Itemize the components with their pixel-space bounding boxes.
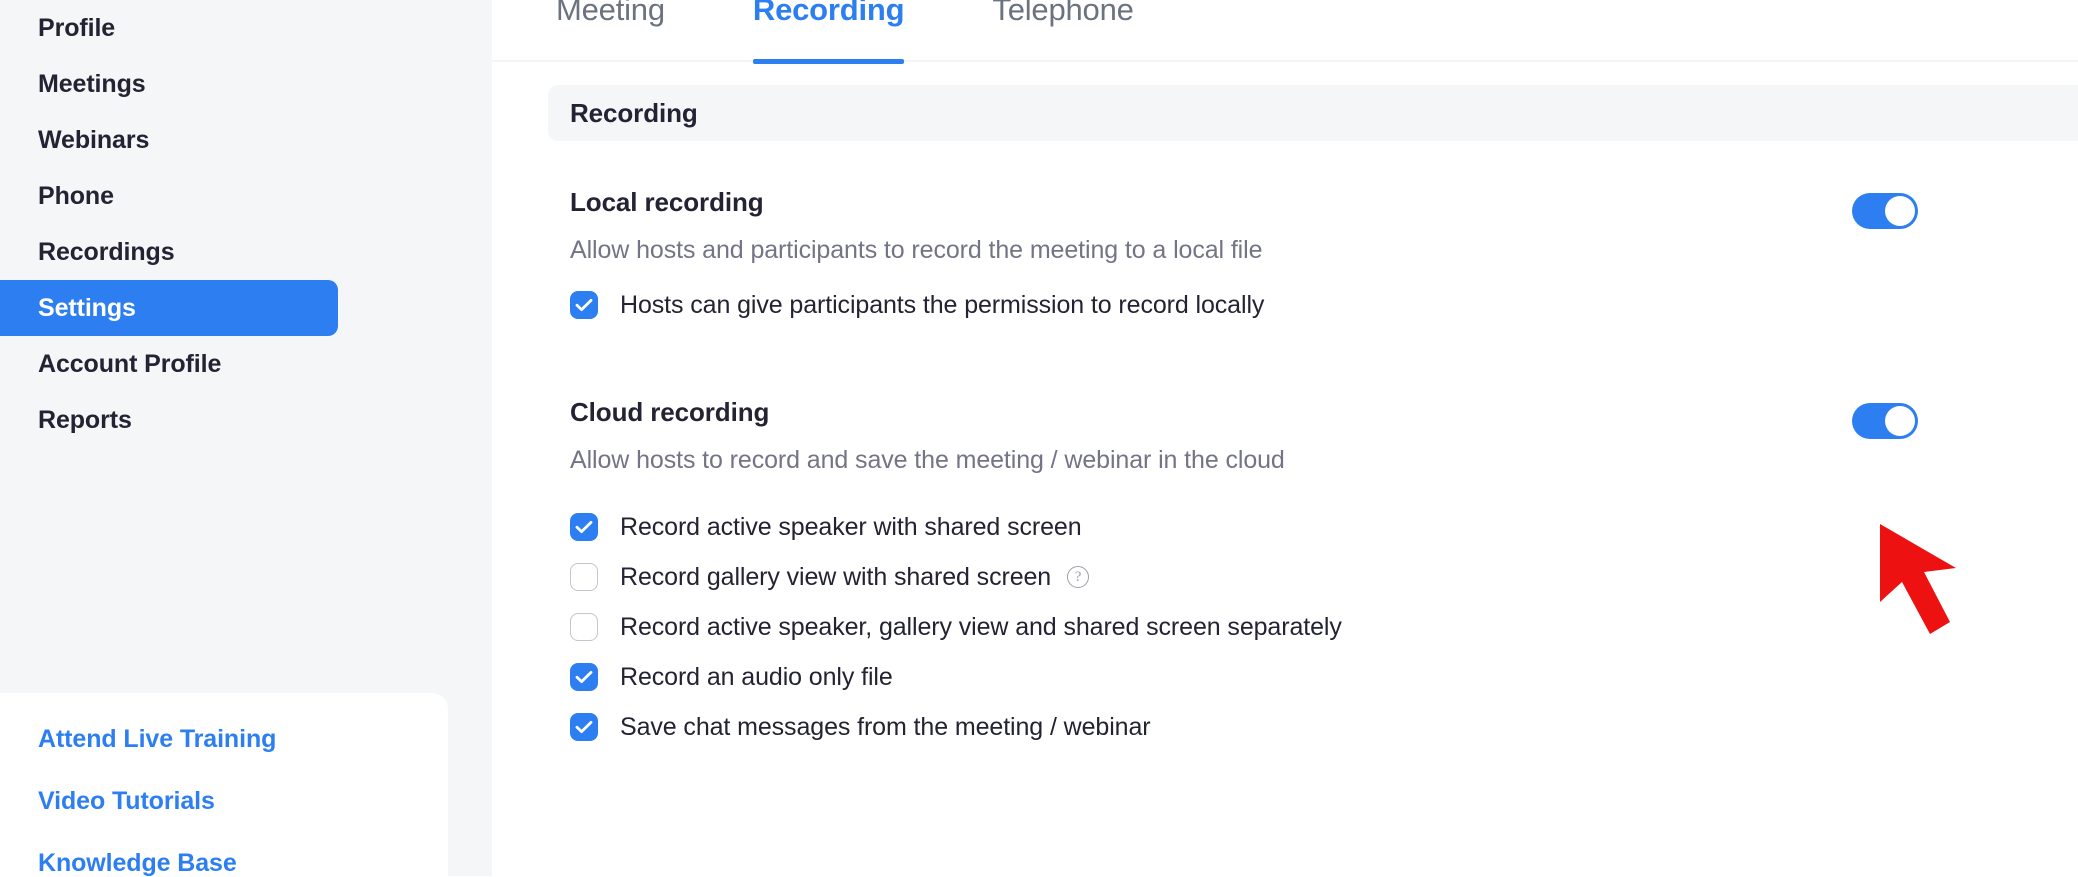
sidebar-item-label: Phone xyxy=(38,181,114,210)
local-recording-options: Hosts can give participants the permissi… xyxy=(570,289,2078,321)
sidebar-item-webinars[interactable]: Webinars xyxy=(0,112,492,168)
local-recording-toggle[interactable] xyxy=(1852,193,1918,229)
help-link-video-tutorials[interactable]: Video Tutorials xyxy=(0,789,448,814)
help-link-knowledge-base[interactable]: Knowledge Base xyxy=(0,851,448,876)
settings-tabs: Meeting Recording Telephone xyxy=(492,0,2078,64)
tab-label: Recording xyxy=(752,0,905,27)
checkbox-hosts-can-give-permission[interactable] xyxy=(570,291,598,319)
checkbox-record-active-speaker-with-shared-screen[interactable] xyxy=(570,513,598,541)
checkbox-row: Record gallery view with shared screen ? xyxy=(570,561,2078,593)
checkmark-icon xyxy=(575,521,593,533)
checkbox-label: Record gallery view with shared screen xyxy=(620,562,1052,591)
tab-recording[interactable]: Recording xyxy=(752,0,905,64)
setting-text-group: Cloud recording Allow hosts to record an… xyxy=(570,399,1285,473)
sidebar-help-card: Attend Live Training Video Tutorials Kno… xyxy=(0,693,448,876)
tab-telephone[interactable]: Telephone xyxy=(992,0,1133,62)
checkbox-row: Hosts can give participants the permissi… xyxy=(570,289,2078,321)
setting-title: Local recording xyxy=(570,187,764,217)
sidebar-nav: Profile Meetings Webinars Phone Recordin… xyxy=(0,0,492,448)
cloud-recording-options: Record active speaker with shared screen… xyxy=(570,511,2078,743)
checkbox-row: Record active speaker with shared screen xyxy=(570,511,2078,543)
sidebar-item-reports[interactable]: Reports xyxy=(0,392,492,448)
setting-description: Allow hosts and participants to record t… xyxy=(570,236,1263,264)
checkbox-record-audio-only-file[interactable] xyxy=(570,663,598,691)
toggle-knob xyxy=(1885,406,1915,436)
checkbox-label: Record an audio only file xyxy=(620,662,893,691)
setting-row: Local recording Allow hosts and particip… xyxy=(570,189,2078,263)
checkbox-row: Record active speaker, gallery view and … xyxy=(570,611,2078,643)
checkmark-icon xyxy=(575,721,593,733)
setting-title: Cloud recording xyxy=(570,397,770,427)
section-header-label: Recording xyxy=(570,98,698,128)
checkbox-record-separately[interactable] xyxy=(570,613,598,641)
sidebar-item-label: Webinars xyxy=(38,125,150,154)
sidebar-item-label: Account Profile xyxy=(38,349,222,378)
main-content: Meeting Recording Telephone Recording Lo… xyxy=(492,0,2078,876)
sidebar-item-label: Settings xyxy=(38,293,136,322)
tab-meeting[interactable]: Meeting xyxy=(556,0,665,62)
setting-row: Cloud recording Allow hosts to record an… xyxy=(570,399,2078,473)
checkbox-label: Record active speaker with shared screen xyxy=(620,512,1082,541)
sidebar-item-profile[interactable]: Profile xyxy=(0,0,492,56)
checkbox-row: Record an audio only file xyxy=(570,661,2078,693)
checkbox-record-gallery-view-with-shared-screen[interactable] xyxy=(570,563,598,591)
section-header-recording: Recording xyxy=(548,85,2078,141)
settings-content: Recording Local recording Allow hosts an… xyxy=(492,85,2078,743)
question-mark-icon[interactable]: ? xyxy=(1067,566,1090,588)
tab-label: Telephone xyxy=(992,0,1134,27)
sidebar-item-account-profile[interactable]: Account Profile xyxy=(0,336,492,392)
setting-local-recording: Local recording Allow hosts and particip… xyxy=(548,189,2078,321)
help-link-attend-live-training[interactable]: Attend Live Training xyxy=(0,727,448,752)
checkbox-row: Save chat messages from the meeting / we… xyxy=(570,711,2078,743)
sidebar-item-label: Profile xyxy=(38,13,116,42)
sidebar: Profile Meetings Webinars Phone Recordin… xyxy=(0,0,492,876)
checkmark-icon xyxy=(575,671,593,683)
cloud-recording-toggle[interactable] xyxy=(1852,403,1918,439)
sidebar-item-settings[interactable]: Settings xyxy=(0,280,338,336)
checkbox-label: Save chat messages from the meeting / we… xyxy=(620,712,1151,741)
checkbox-save-chat-messages[interactable] xyxy=(570,713,598,741)
checkbox-label: Record active speaker, gallery view and … xyxy=(620,612,1342,641)
tab-active-underline xyxy=(752,59,905,64)
setting-description: Allow hosts to record and save the meeti… xyxy=(570,446,1285,474)
sidebar-item-label: Meetings xyxy=(38,69,146,98)
sidebar-item-label: Reports xyxy=(38,405,132,434)
sidebar-item-recordings[interactable]: Recordings xyxy=(0,224,492,280)
toggle-knob xyxy=(1885,196,1915,226)
zoom-settings-page: Profile Meetings Webinars Phone Recordin… xyxy=(0,0,2078,876)
sidebar-item-phone[interactable]: Phone xyxy=(0,168,492,224)
checkbox-label: Hosts can give participants the permissi… xyxy=(620,290,1265,319)
setting-cloud-recording: Cloud recording Allow hosts to record an… xyxy=(548,399,2078,743)
tab-label: Meeting xyxy=(556,0,665,27)
sidebar-item-label: Recordings xyxy=(38,237,175,266)
setting-text-group: Local recording Allow hosts and particip… xyxy=(570,189,1262,263)
checkmark-icon xyxy=(575,299,593,311)
sidebar-item-meetings[interactable]: Meetings xyxy=(0,56,492,112)
